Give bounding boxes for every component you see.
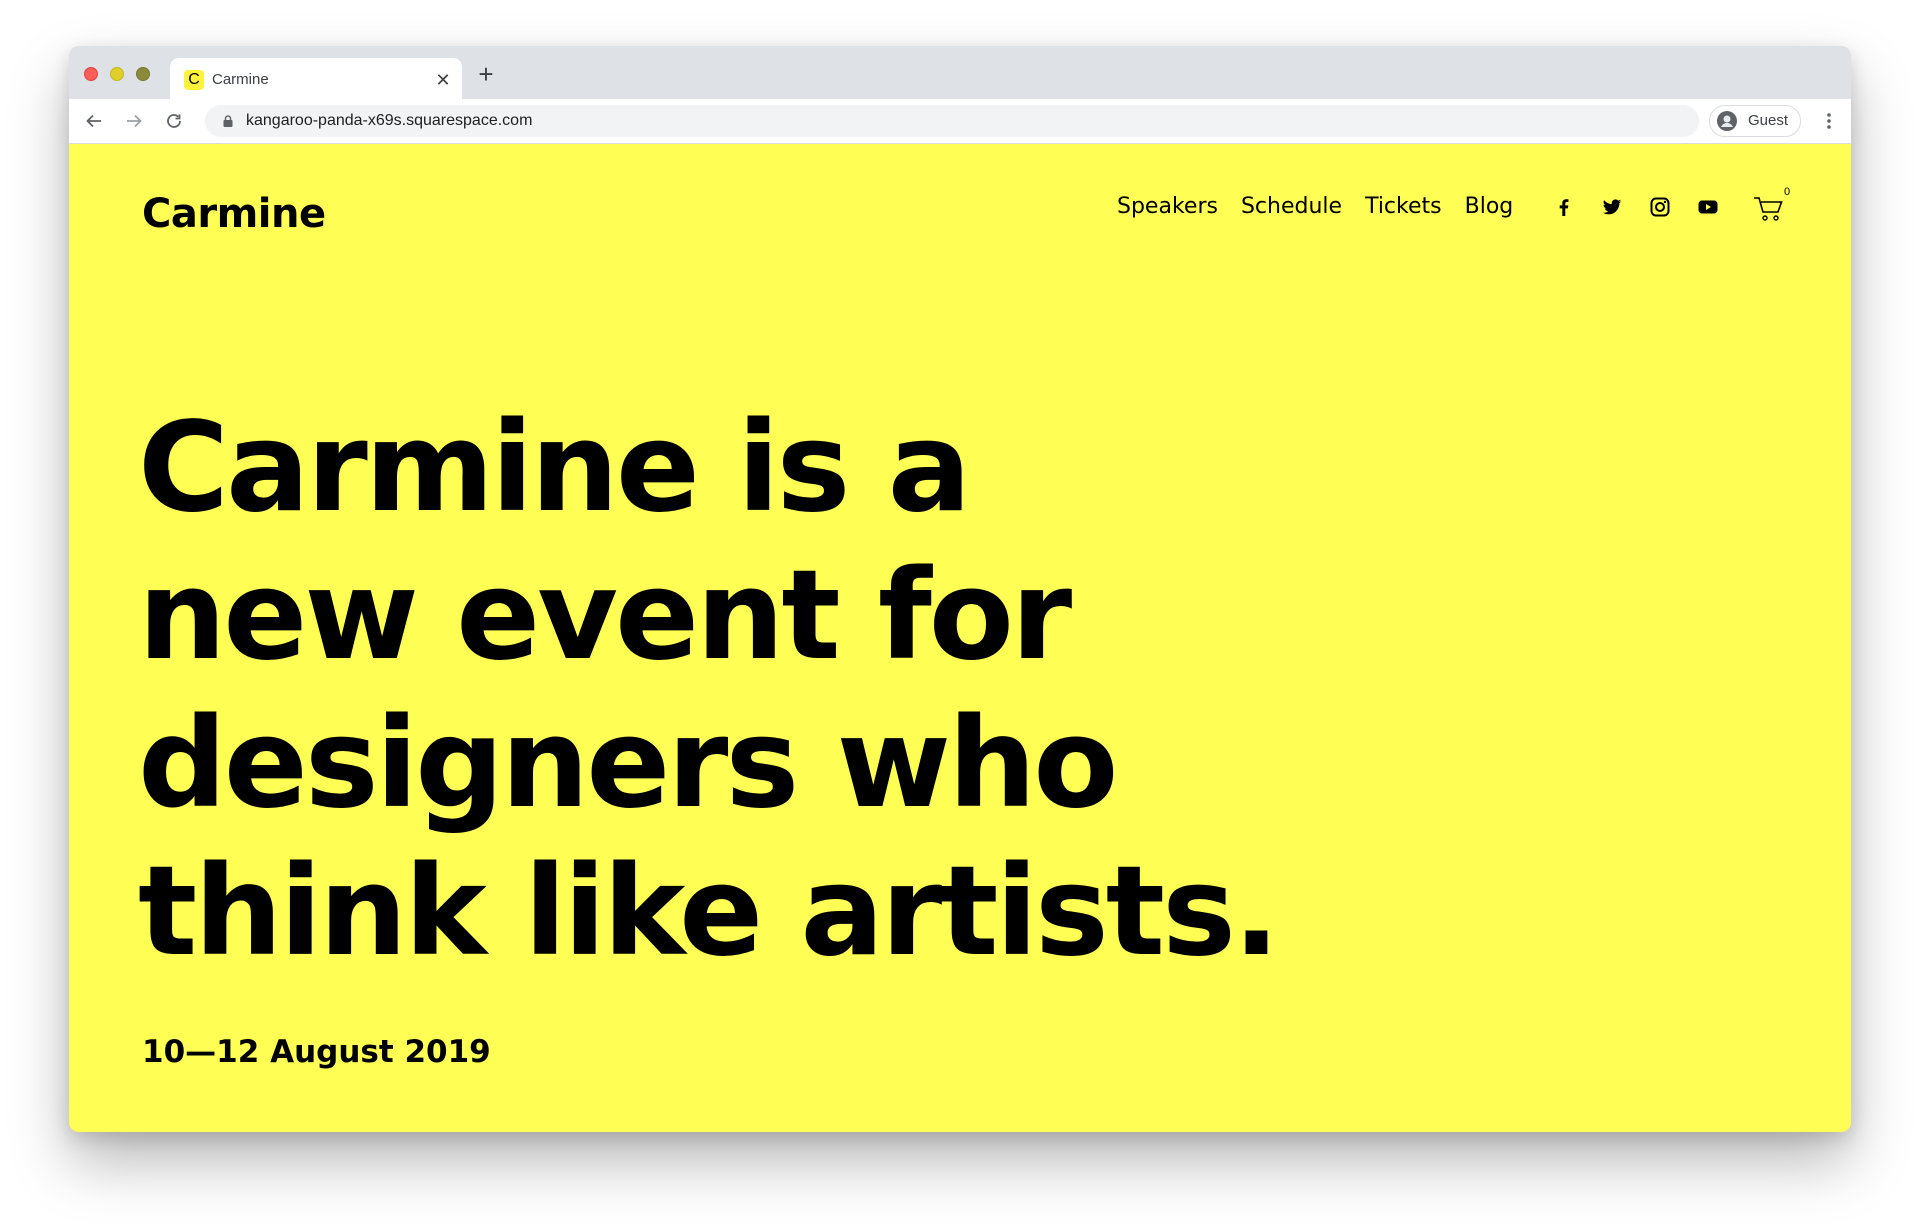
headline-line: think like artists. (138, 840, 1280, 984)
browser-menu-button[interactable] (1817, 106, 1841, 136)
instagram-icon[interactable] (1649, 196, 1671, 218)
more-vertical-icon (1827, 113, 1831, 129)
social-links (1553, 196, 1719, 218)
headline-line: Carmine is a (138, 396, 971, 540)
arrow-left-icon (86, 114, 101, 128)
avatar-icon (1717, 111, 1737, 131)
browser-toolbar: kangaroo-panda-x69s.squarespace.com Gues… (69, 99, 1851, 144)
facebook-icon[interactable] (1553, 196, 1575, 218)
nav-tickets[interactable]: Tickets (1365, 192, 1442, 222)
page-content: Carmine Speakers Schedule Tickets Blog 0… (69, 144, 1851, 1132)
tab-title: Carmine (212, 71, 269, 88)
new-tab-button[interactable]: + (472, 60, 500, 88)
browser-window: C Carmine ✕ + kangaroo-panda-x69s.square… (69, 46, 1851, 1132)
profile-button[interactable]: Guest (1709, 105, 1801, 137)
url-text: kangaroo-panda-x69s.squarespace.com (246, 112, 533, 129)
maximize-window-button[interactable] (136, 67, 150, 81)
site-nav: Speakers Schedule Tickets Blog (1117, 192, 1513, 222)
address-bar[interactable]: kangaroo-panda-x69s.squarespace.com (205, 105, 1699, 137)
site-logo[interactable]: Carmine (142, 190, 326, 238)
event-dates: 10—12 August 2019 (142, 1034, 491, 1070)
close-window-button[interactable] (84, 67, 98, 81)
minimize-window-button[interactable] (110, 67, 124, 81)
headline-line: new event for (138, 544, 1072, 688)
profile-label: Guest (1748, 112, 1789, 129)
youtube-icon[interactable] (1697, 196, 1719, 218)
nav-schedule[interactable]: Schedule (1241, 192, 1342, 222)
twitter-icon[interactable] (1601, 196, 1623, 218)
reload-icon (167, 114, 181, 128)
nav-blog[interactable]: Blog (1465, 192, 1514, 222)
forward-button[interactable] (119, 106, 149, 136)
headline-line: designers who (138, 692, 1118, 836)
favicon-icon: C (184, 70, 204, 90)
reload-button[interactable] (159, 106, 189, 136)
cart-icon[interactable] (1753, 193, 1785, 223)
hero-headline: Carmine is a new event for designers who… (138, 394, 1338, 986)
arrow-right-icon (127, 114, 142, 128)
close-tab-icon[interactable]: ✕ (432, 69, 454, 91)
nav-speakers[interactable]: Speakers (1117, 192, 1218, 222)
cart-count-badge: 0 (1784, 186, 1791, 198)
back-button[interactable] (79, 106, 109, 136)
lock-icon (223, 115, 233, 127)
tab-strip: C Carmine ✕ + (69, 46, 1851, 100)
browser-tab[interactable]: C Carmine ✕ (170, 58, 462, 100)
